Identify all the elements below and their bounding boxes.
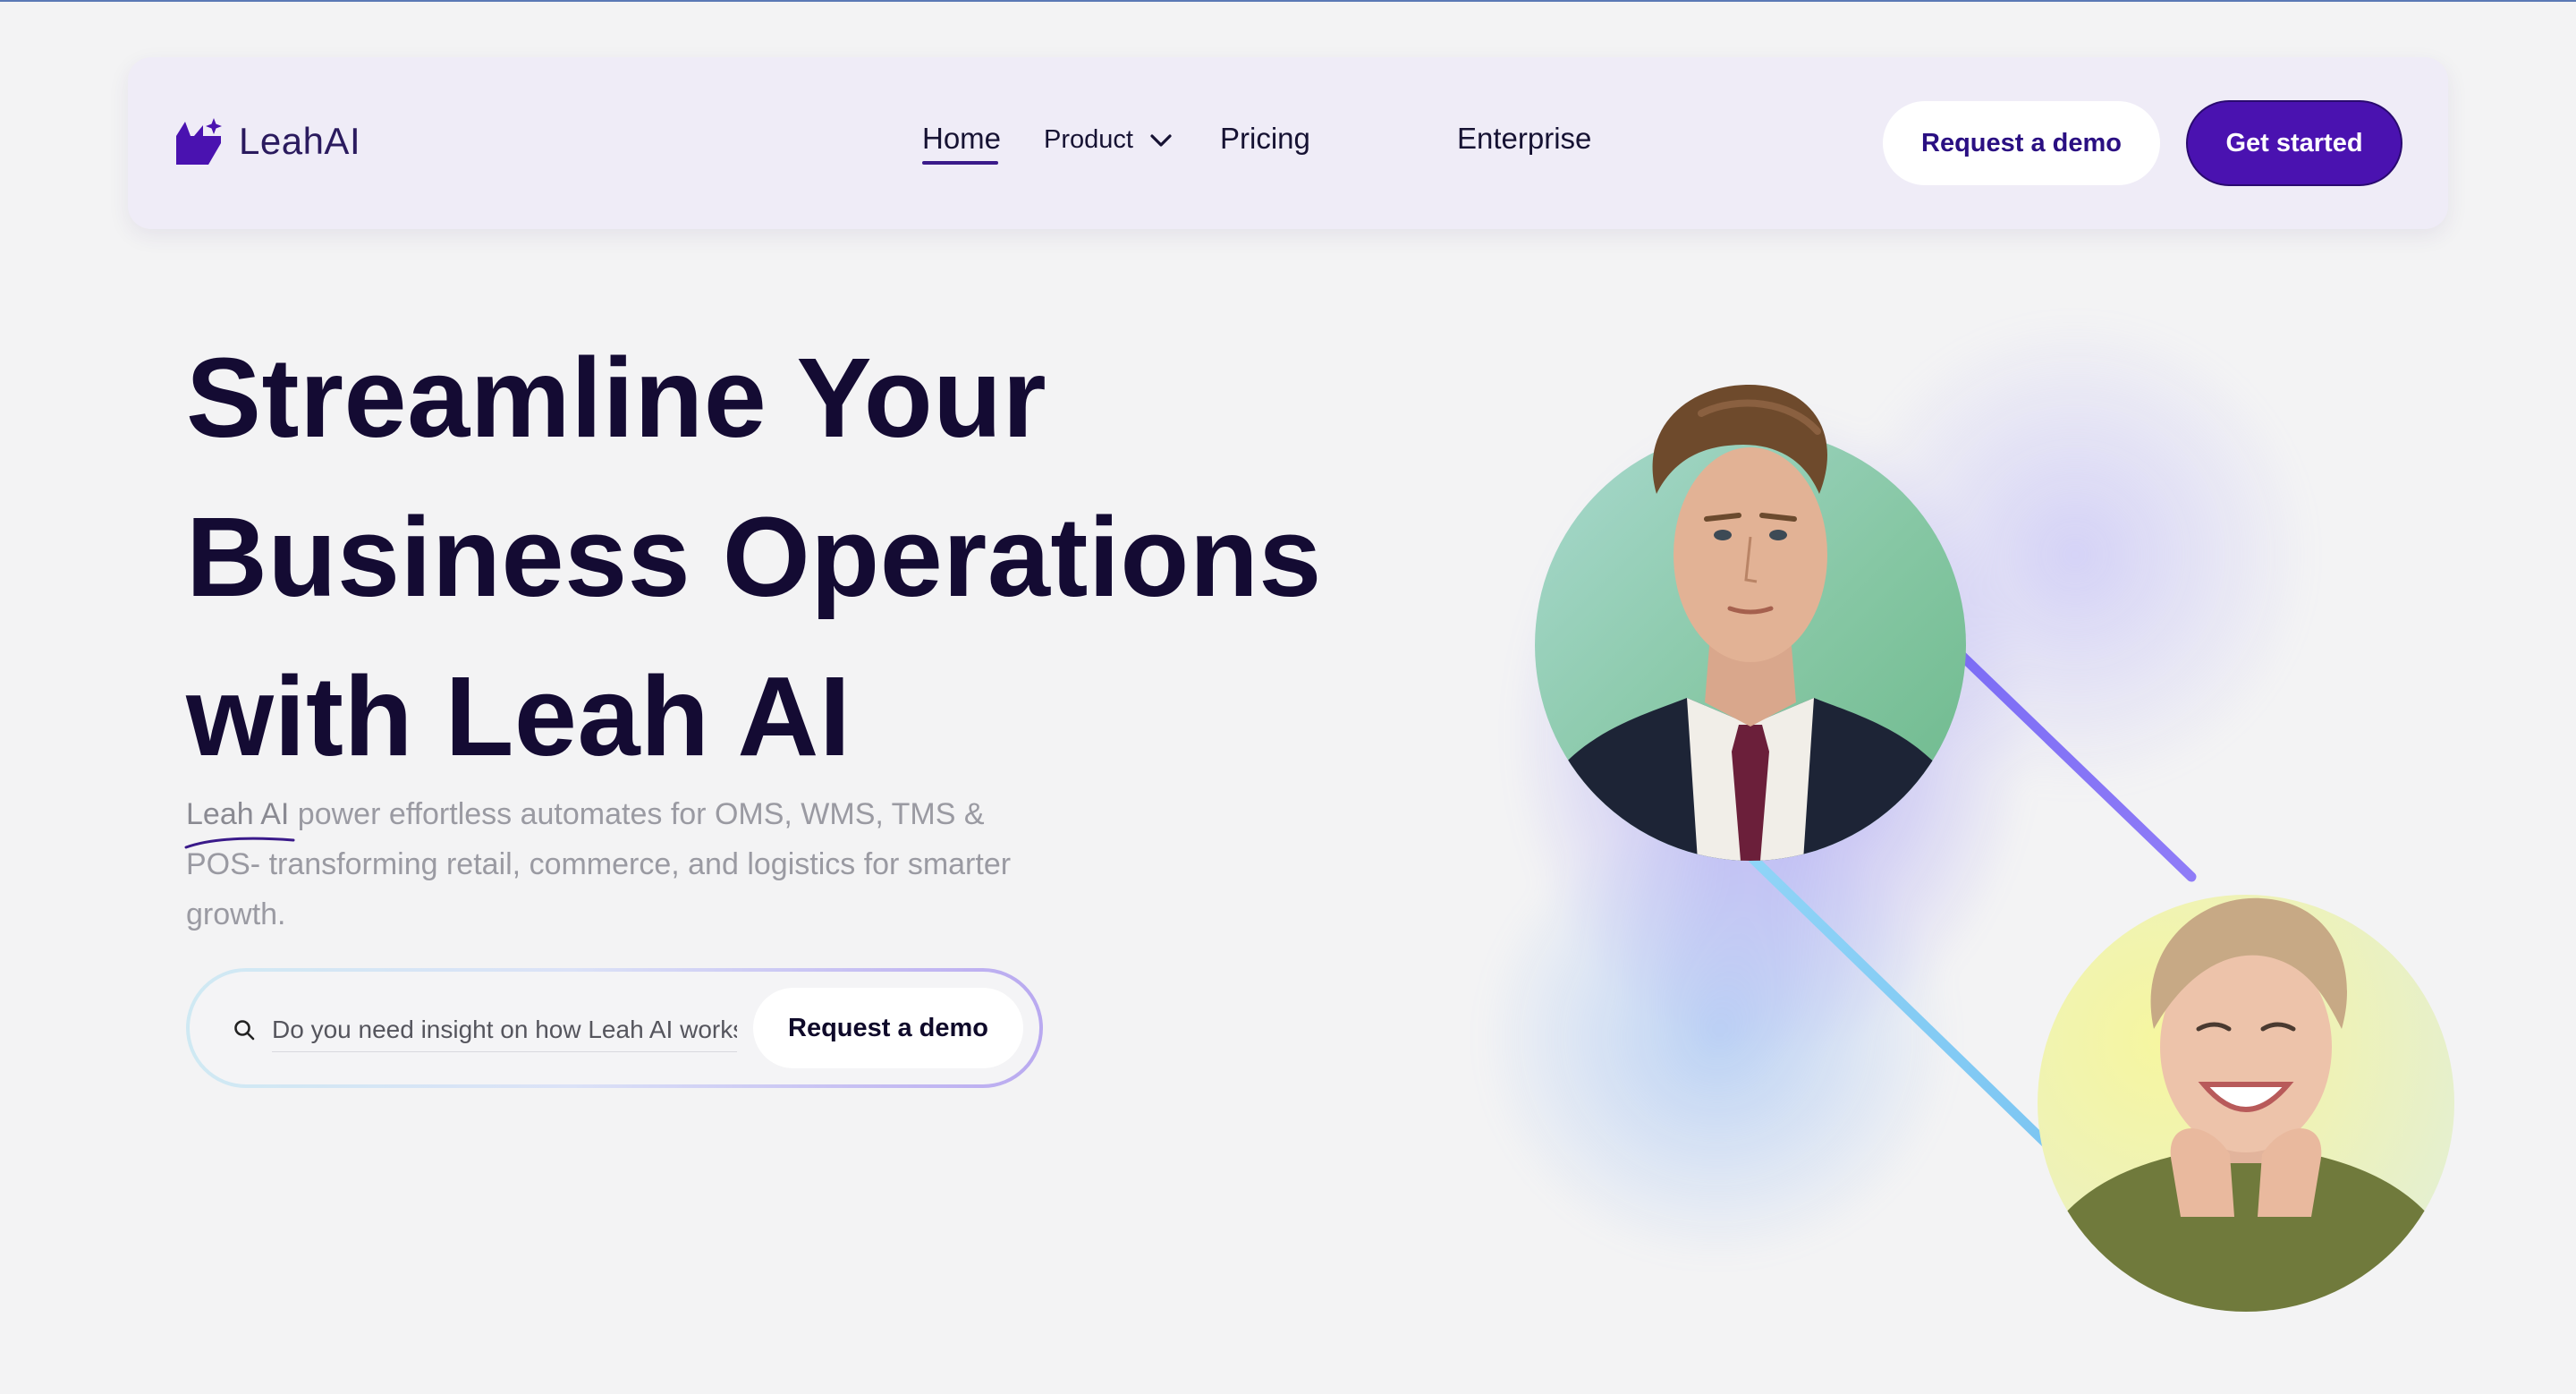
man-portrait (1535, 429, 1966, 861)
connector-line-top (1945, 639, 2197, 882)
woman-figure-icon (2038, 897, 2454, 1312)
connector-line-bottom (1748, 854, 2063, 1160)
woman-portrait (2038, 895, 2454, 1312)
man-figure-icon (1535, 447, 1966, 861)
landing-page: LeahAI Home Product Pricing Enterprise R… (0, 0, 2576, 1394)
man-hair-icon (1652, 384, 1828, 494)
